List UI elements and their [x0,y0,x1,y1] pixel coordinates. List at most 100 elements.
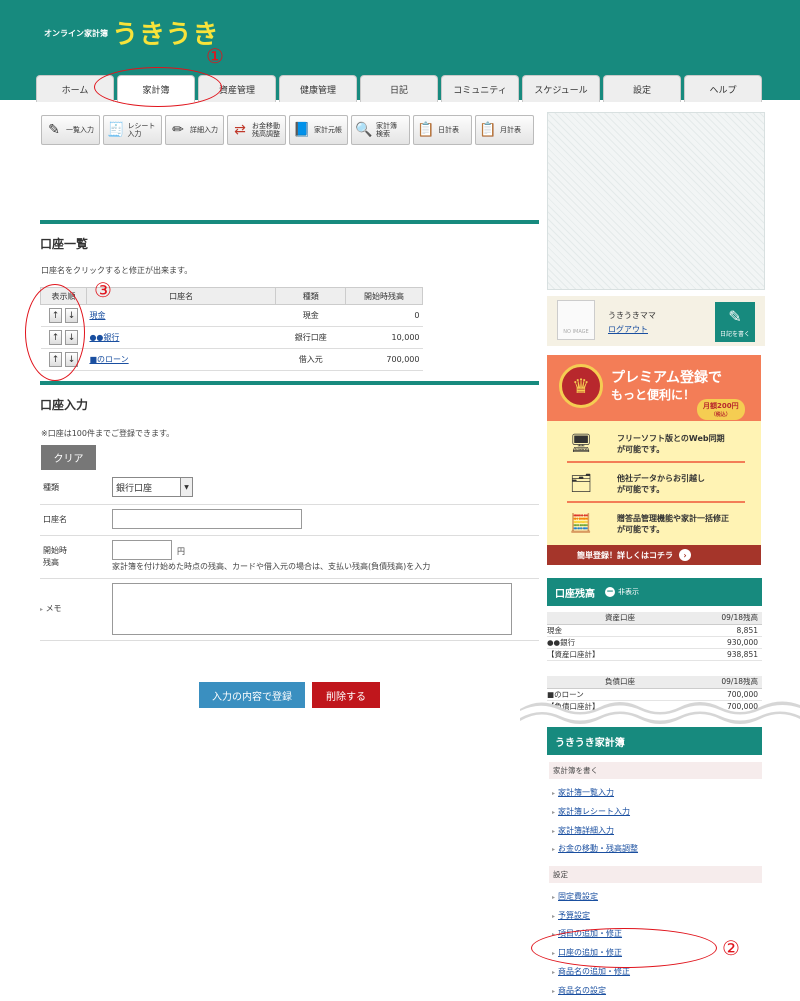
balance-header: 口座残高 − 非表示 [547,578,762,606]
account-name-link[interactable]: ■のローン [89,355,128,364]
avatar: NO IMAGE [557,300,595,340]
table-row: ↑ ↓ ■のローン 借入元 700,000 [40,348,423,371]
tab-help[interactable]: ヘルプ [684,75,762,102]
premium-price-badge: 月額200円 （税込） [697,399,745,420]
brand-tagline: オンライン家計簿 [44,29,108,38]
table-row: 【資産口座計】 938,851 [547,648,762,661]
premium-banner[interactable]: ♛ プレミアム登録で もっと便利に！ 月額200円 （税込） 🖥 フリーソフト版… [547,355,761,565]
tab-health[interactable]: 健康管理 [279,75,357,102]
monthly-sheet-label: 月計表 [500,126,521,134]
annotation-ellipse-menu [531,928,717,968]
money-transfer-label: お金移動 残高調整 [252,122,280,138]
feature-divider [567,461,745,463]
list-pencil-icon: ✎ [48,122,60,138]
account-type: 借入元 [275,348,346,371]
premium-feature-text: フリーソフト版とのWeb同期 が可能です。 [617,434,725,454]
account-balance: 0 [345,304,423,327]
section-divider [40,220,539,224]
side-menu-title: うきうき家計簿 [555,737,625,749]
menu-group-write: 家計簿を書く [549,762,762,779]
premium-price: 月額200円 [703,402,739,410]
premium-feature-text: 贈答品管理機能や家計一括修正 が可能です。 [617,514,729,534]
col-account-name: 口座名 [85,287,277,305]
write-diary-button[interactable]: ✎ 日記を書く [715,302,755,342]
table-row: 現金 8,851 [547,624,762,637]
menu-link-receipt-input[interactable]: 家計簿レシート入力 [552,806,630,817]
avatar-placeholder-text: NO IMAGE [563,329,589,335]
arrow-right-icon: › [679,549,691,561]
balance-total-value: 938,851 [697,648,762,661]
yen-unit: 円 [177,547,185,556]
premium-title: プレミアム登録で [611,370,723,386]
start-balance-input[interactable] [112,540,172,560]
memo-label: ▸ メモ [40,603,62,616]
logout-link[interactable]: ログアウト [608,324,648,335]
premium-signup-link[interactable]: 簡単登録！詳しくはコチラ › [547,545,761,565]
register-button[interactable]: 入力の内容で登録 [199,682,305,708]
delete-button[interactable]: 削除する [312,682,380,708]
detail-input-button[interactable]: ✏ 詳細入力 [165,115,224,145]
account-type-select[interactable]: 銀行口座 ▼ [112,477,193,497]
memo-textarea[interactable] [112,583,512,635]
tab-community[interactable]: コミュニティ [441,75,519,102]
crown-icon: ♛ [559,364,603,408]
annotation-ellipse-order [25,284,85,381]
calculator-icon: 🧮 [569,512,593,534]
torn-edge-graphic [520,701,800,724]
account-name-link[interactable]: 現金 [89,311,105,320]
type-label: 種類 [43,483,59,492]
form-divider [40,640,539,641]
monitor-icon: 🖥 [569,432,593,454]
ledger-book-icon: 📘 [293,122,311,138]
tab-schedule[interactable]: スケジュール [522,75,600,102]
daily-sheet-button[interactable]: 📋 日計表 [413,115,472,145]
file-folder-icon: 🗂 [569,472,593,494]
start-balance-label: 開始時 残高 [43,545,67,569]
detail-input-label: 詳細入力 [190,126,218,134]
account-name-label: 口座名 [43,515,67,524]
annotation-number-1: ① [206,44,224,68]
hide-balance-label: 非表示 [618,588,639,596]
magnifier-icon: 🔍 [355,122,373,138]
ledger-button[interactable]: 📘 家計元帳 [289,115,348,145]
side-menu-header: うきうき家計簿 [547,727,762,755]
hide-balance-toggle[interactable]: − 非表示 [605,587,639,597]
monthly-sheet-button[interactable]: 📋 月計表 [475,115,534,145]
premium-signup-text: 簡単登録！詳しくはコチラ [577,550,673,560]
form-divider [40,504,539,505]
account-name-link[interactable]: ●●銀行 [89,333,119,342]
pen-icon: ✎ [728,307,742,326]
menu-link-list-input[interactable]: 家計簿一覧入力 [552,787,614,798]
list-input-button[interactable]: ✎ 一覧入力 [41,115,100,145]
detail-pencil-icon: ✏ [172,122,184,138]
premium-feature: 🗂 他社データからお引越し が可能です。 [561,467,751,503]
brand-logo[interactable]: うきうき [112,14,219,51]
table-row: ↑ ↓ 現金 現金 0 [40,304,423,327]
menu-link-detail-input[interactable]: 家計簿詳細入力 [552,825,614,836]
list-input-label: 一覧入力 [66,126,94,134]
clear-button[interactable]: クリア [41,445,96,470]
tab-settings[interactable]: 設定 [603,75,681,102]
account-type-value: 銀行口座 [116,483,153,494]
search-button[interactable]: 🔍 家計簿 検索 [351,115,410,145]
menu-link-budget[interactable]: 予算設定 [552,910,590,921]
write-diary-label: 日記を書く [719,331,750,338]
menu-link-product-settings[interactable]: 商品名の設定 [552,985,606,996]
col-start-balance: 開始時残高 [345,287,423,305]
menu-link-fixed-cost[interactable]: 固定費設定 [552,891,598,902]
monthly-sheet-icon: 📋 [479,122,497,138]
account-list-note: 口座名をクリックすると修正が出来ます。 [41,266,193,275]
minus-circle-icon: − [605,587,615,597]
chevron-down-icon: ▼ [180,478,192,496]
account-name-input[interactable] [112,509,302,529]
annotation-ellipse-tab [94,67,222,107]
user-name: うきうきママ [608,311,656,320]
receipt-input-button[interactable]: 🧾 レシート入力 [103,115,162,145]
menu-link-money-transfer[interactable]: お金の移動・残高調整 [552,843,638,854]
tab-diary[interactable]: 日記 [360,75,438,102]
account-limit-note: ※口座は100件までご登録できます。 [41,429,175,438]
money-transfer-button[interactable]: ⇄ お金移動 残高調整 [227,115,286,145]
balance-account-name: 現金 [547,624,697,637]
receipt-input-label: レシート入力 [127,122,156,138]
start-balance-label-line2: 残高 [43,558,59,567]
